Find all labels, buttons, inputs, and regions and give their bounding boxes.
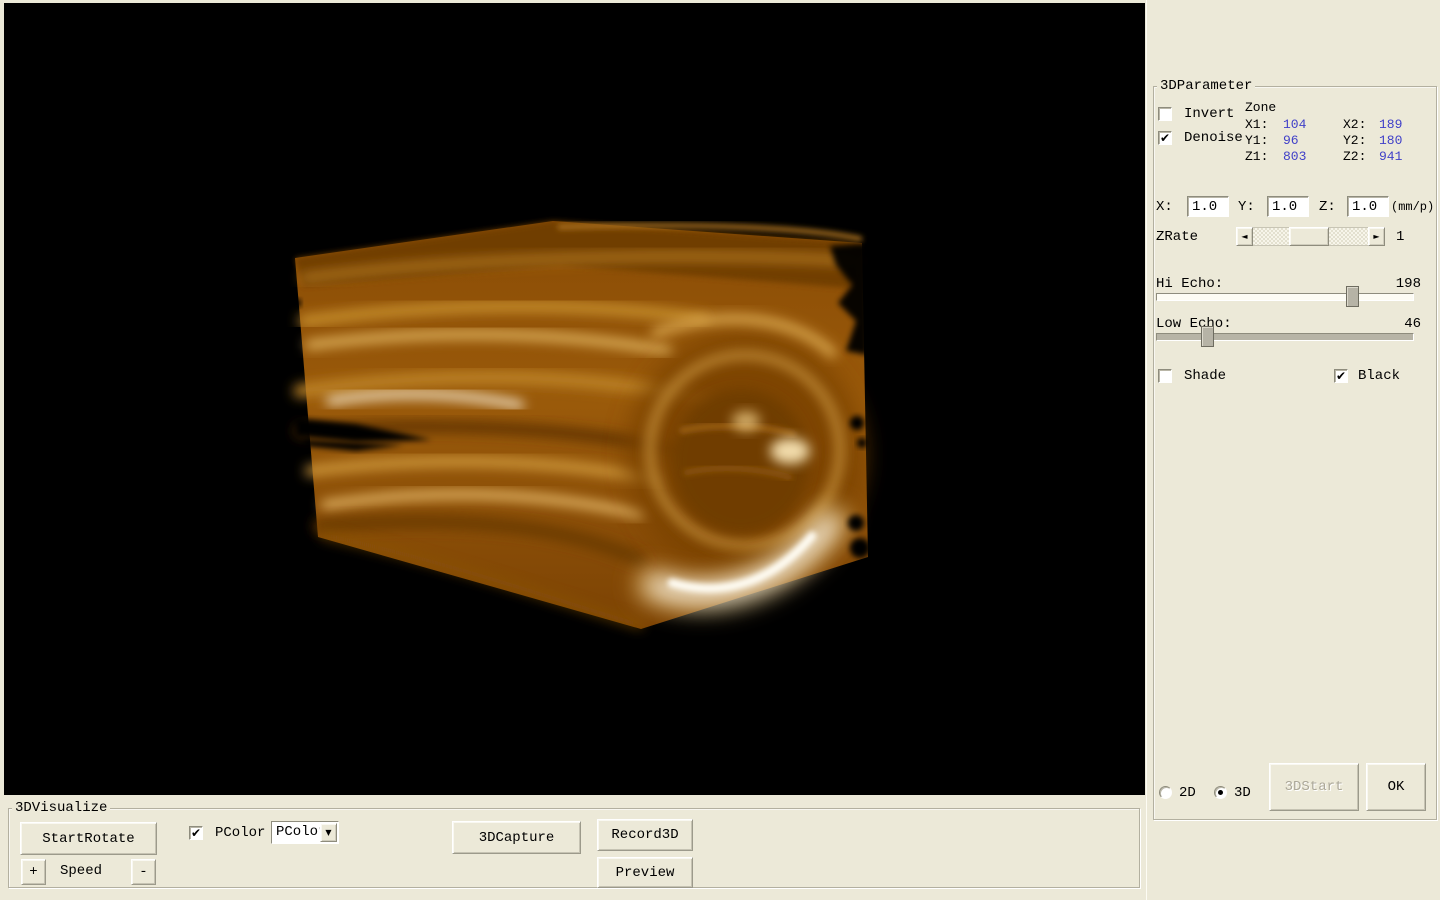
pcolor-dropdown-value: PColor <box>276 824 326 840</box>
hi-echo-value: 198 <box>1377 276 1421 292</box>
zone-x2-value: 189 <box>1379 117 1402 133</box>
speed-label: Speed <box>60 863 102 879</box>
volume-render-graphic <box>4 3 1145 795</box>
parameter-group-title: 3DParameter <box>1157 78 1255 94</box>
pcolor-checkbox[interactable] <box>189 826 203 840</box>
black-label: Black <box>1358 368 1400 384</box>
low-echo-value: 46 <box>1377 316 1421 332</box>
pcolor-dropdown[interactable]: PColor ▼ <box>271 821 339 844</box>
zone-title: Zone <box>1245 100 1276 116</box>
ok-button[interactable]: OK <box>1366 763 1426 811</box>
invert-checkbox[interactable] <box>1158 107 1172 121</box>
shade-label: Shade <box>1184 368 1226 384</box>
zone-y2-value: 180 <box>1379 133 1402 149</box>
record-3d-button[interactable]: Record3D <box>597 819 693 851</box>
scale-z-input[interactable] <box>1347 196 1389 217</box>
arrow-right-icon: ► <box>1373 232 1379 241</box>
denoise-checkbox[interactable] <box>1158 131 1172 145</box>
visualize-panel: 3DVisualize StartRotate + Speed - PColor… <box>0 795 1146 900</box>
start-rotate-button[interactable]: StartRotate <box>20 822 157 855</box>
hi-echo-slider-thumb[interactable] <box>1346 286 1359 307</box>
black-checkbox[interactable] <box>1334 369 1348 383</box>
hi-echo-slider[interactable] <box>1156 293 1414 301</box>
zone-y2-label: Y2: <box>1343 133 1366 149</box>
zone-z1-value: 803 <box>1283 149 1306 165</box>
scale-y-label: Y: <box>1238 199 1255 215</box>
low-echo-slider[interactable] <box>1156 333 1414 341</box>
mode-2d-radio[interactable] <box>1159 786 1172 799</box>
low-echo-slider-thumb[interactable] <box>1201 326 1214 347</box>
mode-3d-radio[interactable] <box>1214 786 1227 799</box>
denoise-label: Denoise <box>1184 130 1243 146</box>
zrate-scroll-left-button[interactable]: ◄ <box>1236 227 1253 246</box>
capture-3d-button[interactable]: 3DCapture <box>452 821 581 854</box>
parameter-panel: 3DParameter Invert Denoise Zone X1: 104 … <box>1146 0 1440 900</box>
application-window: { "colors": { "panel_bg": "#ece9d8", "vi… <box>0 0 1440 900</box>
zone-x2-label: X2: <box>1343 117 1366 133</box>
zone-x1-label: X1: <box>1245 117 1268 133</box>
speed-plus-button[interactable]: + <box>21 859 46 885</box>
preview-button[interactable]: Preview <box>597 857 693 888</box>
zone-z1-label: Z1: <box>1245 149 1268 165</box>
scale-y-input[interactable] <box>1267 196 1309 217</box>
visualize-group-title: 3DVisualize <box>12 800 110 816</box>
arrow-left-icon: ◄ <box>1241 232 1247 241</box>
zone-z2-label: Z2: <box>1343 149 1366 165</box>
pcolor-checkbox-label: PColor <box>215 825 265 841</box>
zrate-scrollbar[interactable]: ◄ ► <box>1236 227 1385 246</box>
scale-x-label: X: <box>1156 199 1173 215</box>
pcolor-dropdown-button[interactable]: ▼ <box>320 823 337 842</box>
scale-z-label: Z: <box>1319 199 1336 215</box>
low-echo-label: Low Echo: <box>1156 316 1232 332</box>
shade-checkbox[interactable] <box>1158 369 1172 383</box>
speed-minus-button[interactable]: - <box>131 859 156 885</box>
scale-x-input[interactable] <box>1187 196 1229 217</box>
hi-echo-label: Hi Echo: <box>1156 276 1223 292</box>
zrate-value: 1 <box>1396 229 1404 245</box>
mode-2d-label: 2D <box>1179 785 1196 801</box>
zone-y1-value: 96 <box>1283 133 1299 149</box>
zone-y1-label: Y1: <box>1245 133 1268 149</box>
zone-z2-value: 941 <box>1379 149 1402 165</box>
mode-3d-label: 3D <box>1234 785 1251 801</box>
invert-label: Invert <box>1184 106 1234 122</box>
chevron-down-icon: ▼ <box>325 828 331 837</box>
zrate-label: ZRate <box>1156 229 1198 245</box>
start-3d-button[interactable]: 3DStart <box>1269 763 1359 811</box>
zrate-scroll-right-button[interactable]: ► <box>1368 227 1385 246</box>
scale-unit-label: (mm/p) <box>1391 199 1434 215</box>
zrate-scroll-thumb[interactable] <box>1289 227 1329 246</box>
render-viewport[interactable] <box>4 3 1145 795</box>
zone-x1-value: 104 <box>1283 117 1306 133</box>
